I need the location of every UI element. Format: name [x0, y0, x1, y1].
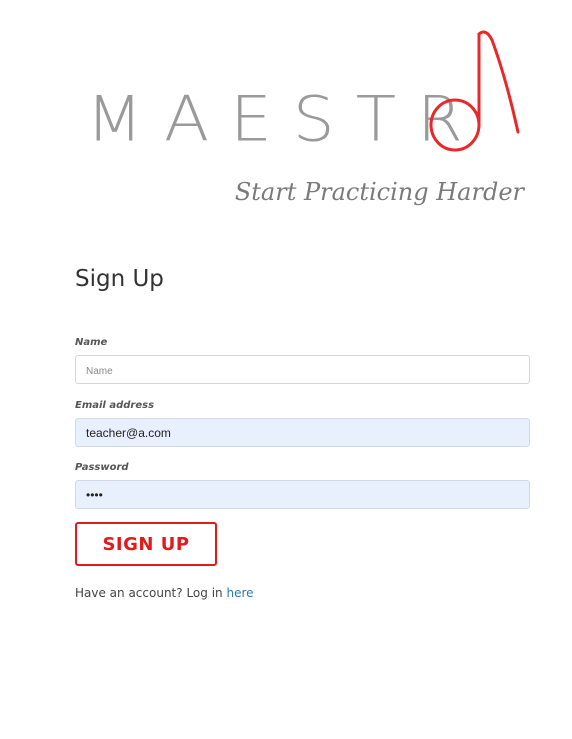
email-field[interactable]: [75, 418, 530, 447]
name-field[interactable]: [75, 355, 530, 384]
music-note-icon: [429, 30, 520, 152]
email-label: Email address: [75, 400, 155, 411]
password-label: Password: [75, 462, 129, 473]
page-title: Sign Up: [75, 266, 164, 292]
name-label: Name: [75, 337, 108, 348]
login-prompt: Have an account? Log in here: [75, 586, 254, 600]
login-prompt-text: Have an account? Log in: [75, 586, 223, 600]
tagline: Start Practicing Harder: [234, 178, 524, 206]
password-field[interactable]: [75, 480, 530, 509]
sign-up-button[interactable]: SIGN UP: [75, 522, 217, 566]
login-link[interactable]: here: [226, 586, 253, 600]
